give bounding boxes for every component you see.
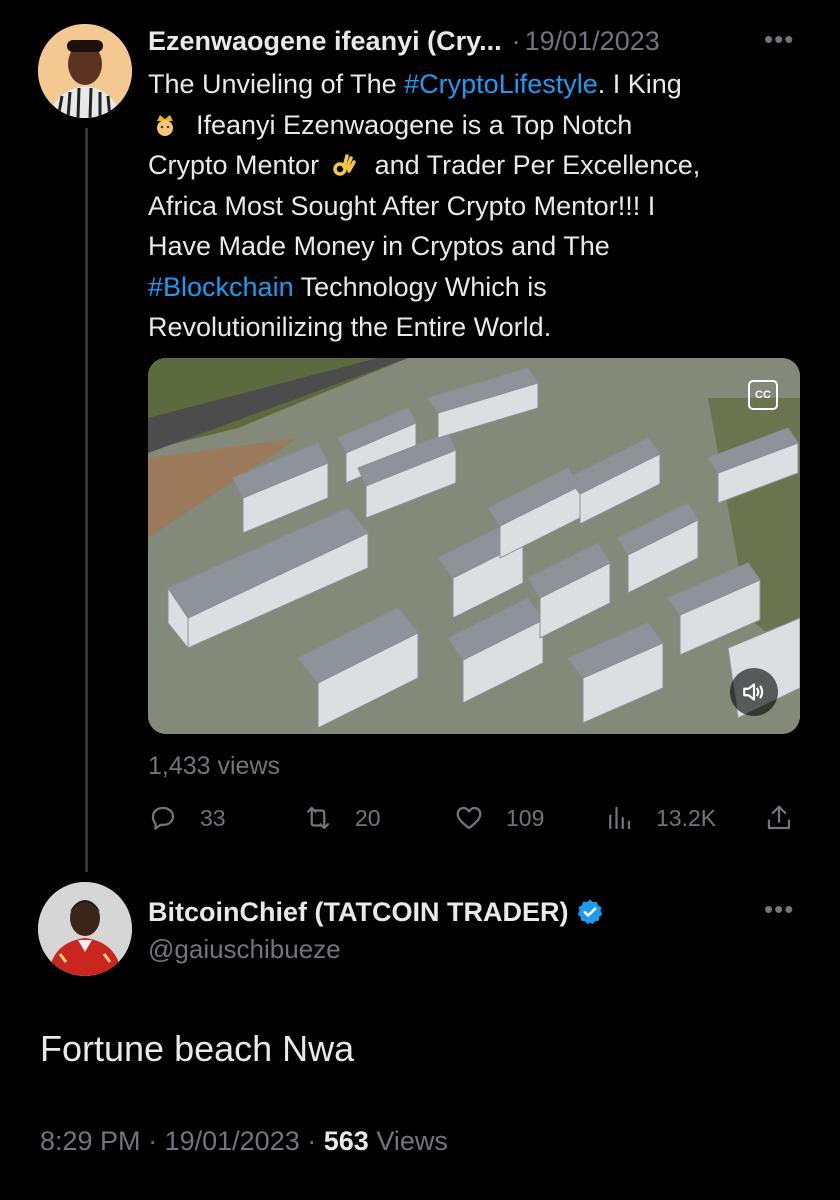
text-line: Ifeanyi Ezenwaogene is a Top Notch bbox=[148, 105, 788, 146]
reply-button[interactable]: 33 bbox=[148, 796, 226, 840]
views-count: 13.2K bbox=[656, 804, 717, 831]
aerial-housing-video-frame bbox=[148, 358, 800, 734]
thread-connector bbox=[85, 128, 88, 872]
text-line: The Unvieling of The #CryptoLifestyle. I… bbox=[148, 69, 682, 99]
separator: · bbox=[511, 25, 521, 56]
video-views: 1,433 views bbox=[148, 752, 281, 780]
reply-header: BitcoinChief (TATCOIN TRADER) bbox=[148, 892, 604, 932]
share-button[interactable] bbox=[764, 796, 816, 840]
ok-hand-emoji-icon bbox=[332, 154, 356, 176]
tweet-header: Ezenwaogene ifeanyi (Cry... · 19/01/2023 bbox=[148, 22, 788, 60]
tweet-date[interactable]: 19/01/2023 bbox=[525, 26, 660, 57]
like-count: 109 bbox=[506, 804, 545, 831]
share-icon bbox=[767, 805, 791, 830]
tweet-actions: 33 20 109 13.2K bbox=[148, 796, 800, 840]
text-line: Africa Most Sought After Crypto Mentor!!… bbox=[148, 190, 656, 221]
separator: · bbox=[148, 1126, 158, 1156]
retweet-count: 20 bbox=[355, 804, 381, 831]
tweet-text: The Unvieling of The #CryptoLifestyle. I… bbox=[148, 64, 788, 348]
hashtag-link[interactable]: #Blockchain bbox=[148, 272, 294, 302]
author-name[interactable]: Ezenwaogene ifeanyi (Cry... bbox=[148, 26, 502, 57]
separator: · bbox=[307, 1126, 317, 1156]
more-options-icon[interactable]: ••• bbox=[764, 896, 794, 922]
like-button[interactable]: 109 bbox=[454, 796, 544, 840]
reply-text: Fortune beach Nwa bbox=[40, 1028, 355, 1069]
heart-icon bbox=[456, 806, 482, 830]
crown-person-emoji-icon bbox=[157, 114, 173, 136]
views-label: Views bbox=[376, 1126, 448, 1156]
text-line: Crypto Mentor and Trader Per Excellence, bbox=[148, 150, 701, 180]
reply-icon bbox=[151, 806, 175, 830]
tweet-time[interactable]: 8:29 PM bbox=[40, 1126, 141, 1156]
analytics-icon bbox=[609, 806, 631, 830]
avatar[interactable] bbox=[38, 24, 132, 118]
tweet-meta: 8:29 PM · 19/01/2023 · 563 Views bbox=[40, 1126, 448, 1157]
more-options-icon[interactable]: ••• bbox=[764, 26, 794, 52]
retweet-icon bbox=[306, 806, 330, 830]
volume-icon[interactable] bbox=[730, 668, 778, 716]
avatar[interactable] bbox=[38, 882, 132, 976]
text-line: #Blockchain Technology Which is bbox=[148, 271, 547, 302]
author-name[interactable]: BitcoinChief (TATCOIN TRADER) bbox=[148, 897, 568, 928]
reply-count: 33 bbox=[200, 804, 226, 831]
tweet-date[interactable]: 19/01/2023 bbox=[165, 1126, 300, 1156]
retweet-button[interactable]: 20 bbox=[303, 796, 381, 840]
video-player[interactable]: CC bbox=[148, 358, 800, 734]
hashtag-link[interactable]: #CryptoLifestyle bbox=[404, 69, 598, 99]
user-handle[interactable]: @gaiuschibueze bbox=[148, 934, 341, 965]
closed-captions-icon[interactable]: CC bbox=[748, 380, 778, 410]
verified-badge-icon bbox=[578, 899, 603, 925]
analytics-button[interactable]: 13.2K bbox=[604, 796, 716, 840]
views-count: 563 bbox=[323, 1126, 369, 1156]
text-line: Revolutionilizing the Entire World. bbox=[148, 312, 552, 342]
text-line: Have Made Money in Cryptos and The bbox=[148, 231, 610, 261]
